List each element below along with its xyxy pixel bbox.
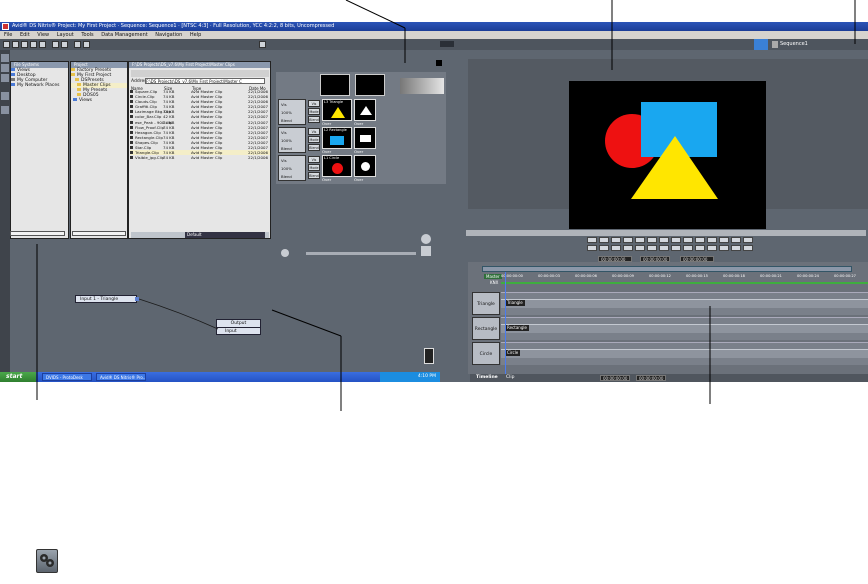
callout-line bbox=[271, 309, 342, 337]
film-reels-icon bbox=[40, 554, 54, 567]
effects-tool-icon bbox=[36, 549, 58, 573]
callout-lines bbox=[36, 0, 856, 411]
callout-line bbox=[345, 0, 406, 29]
